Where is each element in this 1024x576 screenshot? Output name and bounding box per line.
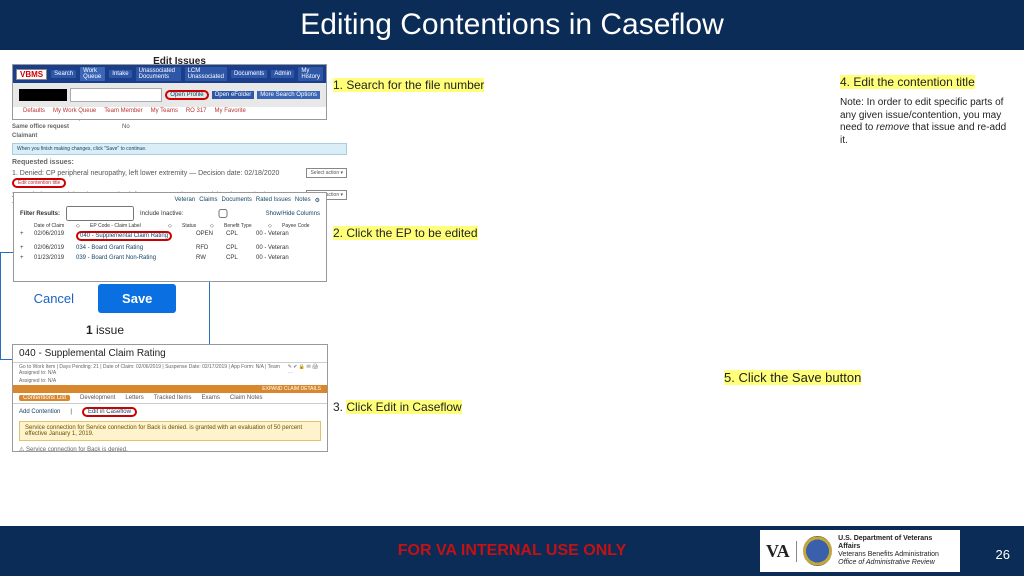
caption-step-1: 1. Search for the file number <box>333 78 484 92</box>
caption-step-5: 5. Click the Save button <box>724 370 861 385</box>
tab-contentions[interactable]: Contentions List <box>19 395 70 401</box>
tab-claimnotes[interactable]: Claim Notes <box>230 395 263 401</box>
sublink[interactable]: RO 317 <box>186 108 207 114</box>
vbms-tab-search[interactable]: Search <box>51 70 76 78</box>
edit-in-caseflow-link[interactable]: Edit in Caseflow <box>82 407 137 417</box>
search-input[interactable] <box>70 88 162 102</box>
vbms-tab-intake[interactable]: Intake <box>109 70 131 78</box>
sublink[interactable]: Defaults <box>23 108 45 114</box>
requested-issues-label: Requested issues: <box>12 159 347 166</box>
cell-date: 01/23/2019 <box>34 255 76 261</box>
open-profile-button[interactable]: Open Profile <box>165 90 208 100</box>
include-inactive-checkbox[interactable] <box>193 209 253 218</box>
save-button[interactable]: Save <box>98 284 176 313</box>
expand-icon[interactable]: + <box>20 245 34 251</box>
expand-icon[interactable]: + <box>20 231 34 241</box>
cell-btype: CPL <box>226 255 256 261</box>
info-banner: When you finish making changes, click "S… <box>12 143 347 155</box>
column-headers: Date of Claim◇EP Code - Claim Label◇Stat… <box>20 223 320 229</box>
va-seal-icon <box>803 536 832 566</box>
open-efolder-button[interactable]: Open eFolder <box>212 91 255 99</box>
panel-claim-detail: 040 - Supplemental Claim Rating Go to Wo… <box>12 344 328 452</box>
ep-034-link[interactable]: 034 - Board Grant Rating <box>76 245 196 251</box>
cell-date: 02/06/2019 <box>34 231 76 241</box>
vbms-search-row: Open Profile Open eFolder More Search Op… <box>13 83 326 107</box>
vbms-topbar: VBMS Search Work Queue Intake Unassociat… <box>13 65 326 83</box>
footer: FOR VA INTERNAL USE ONLY VA U.S. Departm… <box>0 526 1024 576</box>
cell-payee: 00 - Veteran <box>256 245 298 251</box>
issue-count: 1 issue <box>86 323 124 337</box>
more-search-button[interactable]: More Search Options <box>257 91 320 99</box>
edit-contention-title-link[interactable]: Edit contention title <box>12 178 66 188</box>
gear-icon[interactable]: ⚙ <box>315 197 320 204</box>
tab-exams[interactable]: Exams <box>202 395 220 401</box>
vbms-sublinks: Defaults My Work Queue Team Member My Te… <box>13 107 326 115</box>
filter-label: Filter Results: <box>20 211 60 217</box>
panel-vbms-search: VBMS Search Work Queue Intake Unassociat… <box>12 64 327 120</box>
vbms-tab-docs[interactable]: Documents <box>231 70 267 78</box>
page-number: 26 <box>996 547 1010 562</box>
va-text: U.S. Department of Veterans Affairs Vete… <box>838 535 954 567</box>
toolbar-icons[interactable]: ✎ ✔ 🔒 ✉ 🖨 ⋯ <box>288 364 321 376</box>
claims-top-links: Veteran Claims Documents Rated Issues No… <box>20 197 320 204</box>
sublink[interactable]: Team Member <box>104 108 142 114</box>
add-contention-link[interactable]: Add Contention <box>19 409 60 415</box>
caption-step-2: 2. Click the EP to be edited <box>333 226 478 240</box>
step-4-block: 4. Edit the contention title Note: In or… <box>840 75 1016 147</box>
link-rated[interactable]: Rated Issues <box>256 197 291 204</box>
vbms-tab-admin[interactable]: Admin <box>271 70 294 78</box>
claim-title: 040 - Supplemental Claim Rating <box>13 345 327 363</box>
redacted-block <box>19 89 67 101</box>
ep-039-link[interactable]: 039 - Board Grant Non-Rating <box>76 255 196 261</box>
panel-claims-list: Veteran Claims Documents Rated Issues No… <box>13 192 327 282</box>
link-claims[interactable]: Claims <box>199 197 217 204</box>
yellow-note: Service connection for Service connectio… <box>19 421 321 441</box>
claims-rows: +02/06/2019040 - Supplemental Claim Rati… <box>20 231 320 261</box>
caption-step-3: 3. Click Edit in Caseflow <box>333 400 462 414</box>
sublink[interactable]: My Work Queue <box>53 108 96 114</box>
ep-040-link[interactable]: 040 - Supplemental Claim Rating <box>76 231 172 241</box>
slide-title: Editing Contentions in Caseflow <box>0 0 1024 50</box>
cell-payee: 00 - Veteran <box>256 255 298 261</box>
vbms-tab-lcm[interactable]: LCM Unassociated <box>185 67 227 81</box>
sublink[interactable]: My Teams <box>151 108 178 114</box>
sublink[interactable]: My Favorite <box>215 108 246 114</box>
link-veteran[interactable]: Veteran <box>175 197 196 204</box>
filter-input[interactable] <box>66 206 134 221</box>
denied-note: ⚠ Service connection for Back is denied. <box>13 444 327 455</box>
caption-step-4: 4. Edit the contention title <box>840 75 975 89</box>
cell-status: OPEN <box>196 231 226 241</box>
link-notes[interactable]: Notes <box>295 197 311 204</box>
vbms-logo: VBMS <box>16 69 47 80</box>
tab-letters[interactable]: Letters <box>125 395 143 401</box>
step-4-note: Note: In order to edit specific parts of… <box>840 97 1016 147</box>
claim-meta: Go to Work Item | Days Pending: 21 | Dat… <box>13 363 327 377</box>
cell-btype: CPL <box>226 245 256 251</box>
va-wordmark: VA <box>766 541 797 562</box>
issue-row-1: 1. Denied: CP peripheral neuropathy, lef… <box>12 168 347 178</box>
expand-icon[interactable]: + <box>20 255 34 261</box>
cell-status: RFD <box>196 245 226 251</box>
show-hide-columns[interactable]: Show/Hide Columns <box>266 211 320 217</box>
claim-tabs: Contentions List Development Letters Tra… <box>13 393 327 404</box>
va-logo-block: VA U.S. Department of Veterans Affairs V… <box>760 530 960 572</box>
cell-payee: 00 - Veteran <box>256 231 298 241</box>
tab-tracked[interactable]: Tracked Items <box>154 395 192 401</box>
cell-date: 02/06/2019 <box>34 245 76 251</box>
link-docs[interactable]: Documents <box>222 197 252 204</box>
cell-btype: CPL <box>226 231 256 241</box>
cancel-button[interactable]: Cancel <box>34 291 74 306</box>
vbms-tab-history[interactable]: My History <box>298 67 323 81</box>
content-area: VBMS Search Work Queue Intake Unassociat… <box>0 50 1024 526</box>
cell-status: RW <box>196 255 226 261</box>
filter-row: Filter Results: Include Inactive: Show/H… <box>20 206 320 221</box>
select-action-1[interactable]: Select action ▾ <box>306 168 347 178</box>
vbms-tab-workqueue[interactable]: Work Queue <box>80 67 105 81</box>
tab-development[interactable]: Development <box>80 395 115 401</box>
include-inactive-label: Include Inactive: <box>140 211 183 217</box>
expand-claim-bar[interactable]: EXPAND CLAIM DETAILS <box>13 385 327 393</box>
vbms-tab-unassoc[interactable]: Unassociated Documents <box>136 67 181 81</box>
pipe: | <box>70 409 72 415</box>
